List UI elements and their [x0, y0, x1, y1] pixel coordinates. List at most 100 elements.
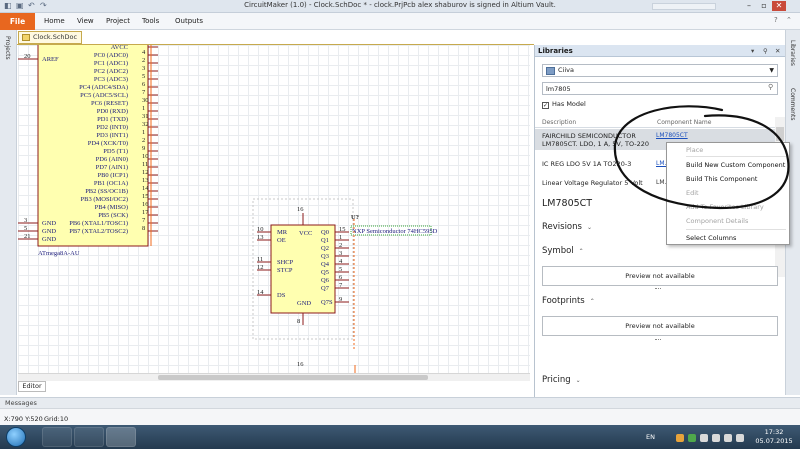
panel-menu-icon[interactable]: ▾ — [751, 45, 754, 57]
menu-tools[interactable]: Tools — [142, 13, 159, 30]
mcu-pin-number: 8 — [142, 225, 145, 232]
shift-right-pin-label: Q6 — [321, 277, 330, 284]
shift-right-pin-label: Q7 — [321, 285, 330, 292]
search-icon[interactable]: ⚲ — [768, 83, 773, 91]
explorer-taskbar-icon[interactable] — [42, 427, 72, 447]
column-description[interactable]: Description — [542, 117, 576, 128]
mcu-pin-label: PC3 (ADC3) — [94, 76, 128, 83]
tray-app-icon[interactable] — [712, 434, 720, 442]
mcu-pin-number: 1 — [142, 129, 145, 136]
mcu-pin-label: PB6 (XTAL1/TOSC1) — [69, 220, 128, 227]
tray-app-icon[interactable] — [700, 434, 708, 442]
panel-close-icon[interactable]: ✕ — [775, 45, 780, 57]
maximize-button[interactable]: ▫ — [757, 1, 771, 11]
vault-search-field[interactable] — [652, 3, 716, 10]
comments-panel-tab[interactable]: Comments — [789, 88, 796, 121]
splitter[interactable] — [655, 288, 661, 290]
cursor-coordinates: X:790 Y:520 — [4, 415, 43, 423]
menu-item-build-new-custom-component[interactable]: Build New Custom Component — [667, 159, 789, 171]
shift-bottom-pin-number: 16 — [297, 361, 304, 368]
mcu-pin-number: 5 — [142, 73, 145, 80]
column-component-name[interactable]: Component Name — [657, 117, 711, 128]
library-select[interactable]: Ciiva ▼ — [542, 64, 778, 77]
chrome-taskbar-icon[interactable] — [74, 427, 104, 447]
menu-item-add-to-favorites[interactable]: Add To Favorites Library — [667, 201, 789, 213]
editor-tab[interactable]: Editor — [18, 381, 46, 392]
libraries-panel-tab[interactable]: Libraries — [789, 40, 796, 66]
mcu-pin-label: PB7 (XTAL2/TOSC2) — [69, 228, 128, 235]
shift-right-pin-label: Q0 — [321, 229, 329, 236]
shift-left-pin-number: 14 — [257, 289, 264, 296]
minimize-button[interactable]: – — [742, 1, 756, 11]
mcu-pin-label: PB1 (OC1A) — [94, 180, 128, 187]
result-component-link[interactable]: LM7805CT — [656, 132, 688, 140]
mcu-pin-label: PB4 (MISO) — [95, 204, 128, 211]
shift-right-pin-label: Q4 — [321, 261, 330, 268]
menu-project[interactable]: Project — [106, 13, 130, 30]
messages-panel-tab[interactable]: Messages — [0, 397, 800, 408]
shift-designator: U? — [351, 214, 359, 221]
left-panel-strip: Projects — [0, 30, 17, 395]
file-menu-button[interactable]: File — [0, 13, 35, 30]
shift-left-pin-label: STCP — [277, 267, 293, 274]
tray-app-icon[interactable] — [688, 434, 696, 442]
menu-separator — [686, 229, 786, 230]
volume-icon[interactable] — [736, 434, 744, 442]
mcu-pin-number: 2 — [142, 137, 145, 144]
clock-date: 05.07.2015 — [755, 437, 793, 445]
mcu-pin-label: PC5 (ADC5/SCL) — [80, 92, 128, 99]
menu-item-component-details[interactable]: Component Details — [667, 215, 789, 227]
menu-item-build-this-component[interactable]: Build This Component — [667, 173, 789, 185]
section-revisions[interactable]: Revisions ⌄ — [542, 222, 592, 232]
library-icon — [546, 67, 555, 75]
start-button[interactable] — [6, 427, 26, 447]
menu-item-edit[interactable]: Edit — [667, 187, 789, 199]
menu-view[interactable]: View — [77, 13, 94, 30]
menu-outputs[interactable]: Outputs — [175, 13, 203, 30]
shift-gnd-label: GND — [297, 300, 311, 307]
taskbar-clock[interactable]: 17:32 05.07.2015 — [752, 428, 796, 446]
chevron-up-icon: ⌃ — [578, 248, 584, 255]
document-tab[interactable]: Clock.SchDoc * — [18, 31, 82, 52]
horizontal-scrollbar[interactable] — [18, 373, 530, 381]
mcu-pin-label: PD1 (TXD) — [97, 116, 128, 123]
libraries-panel-header: Libraries ▾ ⚲ ✕ — [535, 45, 786, 57]
circuitmaker-taskbar-icon[interactable] — [106, 427, 136, 447]
section-pricing[interactable]: Pricing ⌄ — [542, 375, 581, 385]
title-bar: ◧ ▣ ↶ ↷ CircuitMaker (1.0) - Clock.SchDo… — [0, 0, 800, 13]
splitter[interactable] — [655, 339, 661, 341]
pin-icon[interactable]: ⚲ — [763, 45, 768, 57]
scrollbar-thumb[interactable] — [158, 375, 428, 380]
symbol-preview: Preview not available — [542, 266, 778, 286]
results-scroll-thumb[interactable] — [776, 127, 784, 141]
app-window: ◧ ▣ ↶ ↷ CircuitMaker (1.0) - Clock.SchDo… — [0, 0, 800, 449]
schematic-canvas[interactable]: AVCC PC0 (ADC0) 4 PC1 (ADC1) 2 PC2 (ADC2) 3 PC3… — [18, 45, 530, 373]
mcu-pin-label: PC1 (ADC1) — [94, 60, 128, 67]
footprint-preview: Preview not available — [542, 316, 778, 336]
close-button[interactable]: ✕ — [772, 1, 786, 11]
has-model-label: Has Model — [552, 100, 586, 108]
shift-right-pin-number: 15 — [339, 226, 346, 233]
language-indicator[interactable]: EN — [646, 433, 655, 441]
has-model-checkbox[interactable]: ✓ Has Model — [542, 99, 622, 109]
mcu-name: ATmega8A-AU — [38, 250, 80, 257]
mcu-pin-label: AVCC — [111, 45, 128, 51]
menu-item-place[interactable]: Place — [667, 144, 789, 156]
mcu-left-pin-label: AREF — [42, 56, 59, 63]
network-icon[interactable] — [724, 434, 732, 442]
menu-item-select-columns[interactable]: Select Columns — [667, 232, 789, 244]
section-symbol[interactable]: Symbol ⌃ — [542, 246, 584, 256]
ribbon-collapse-icon[interactable]: ⌃ — [786, 16, 792, 24]
shift-right-pin-number: 3 — [339, 250, 342, 257]
mcu-left-pin-number: 5 — [24, 225, 27, 232]
projects-panel-tab[interactable]: Projects — [4, 36, 11, 60]
grid-size: Grid:10 — [44, 415, 69, 423]
mcu-pin-label: PC6 (RESET) — [91, 100, 128, 107]
component-search-input[interactable] — [542, 82, 778, 95]
section-footprints[interactable]: Footprints ⌃ — [542, 296, 595, 306]
mcu-pin-number: 10 — [142, 153, 149, 160]
shift-left-pin-number: 11 — [257, 256, 263, 263]
tray-app-icon[interactable] — [676, 434, 684, 442]
menu-home[interactable]: Home — [44, 13, 65, 30]
help-icon[interactable]: ? — [774, 16, 778, 24]
